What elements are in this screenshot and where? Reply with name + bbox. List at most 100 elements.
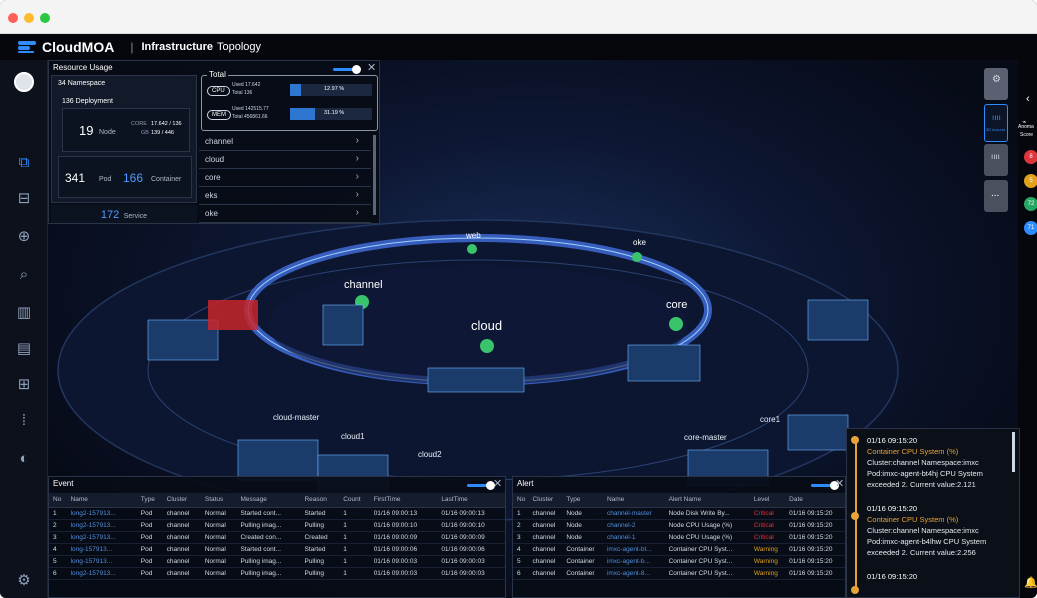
notification-item[interactable]: 01/16 09:15:20 Container CPU System (%) …	[867, 435, 1011, 490]
settings-gear-icon[interactable]: ⚙	[13, 570, 35, 592]
score-badge-info[interactable]: 71	[1024, 221, 1037, 235]
bar-chart-icon[interactable]: ▥	[13, 302, 35, 324]
notification-item[interactable]: 01/16 09:15:20 Container CPU System (%) …	[867, 503, 1011, 558]
panel-toggle[interactable]	[333, 65, 361, 74]
column-header[interactable]: No	[513, 493, 529, 508]
alert-row[interactable]: 5 channel Container imxc-agent-b... Containe…	[513, 555, 845, 568]
event-cell: Started cont...	[236, 543, 301, 556]
event-cell: 01/16 09:00:06	[369, 543, 438, 556]
core-node-marker[interactable]	[669, 317, 683, 331]
apps-icon[interactable]: ⁞	[13, 410, 35, 432]
close-icon[interactable]: ✕	[835, 477, 844, 490]
column-header[interactable]: Reason	[300, 493, 340, 508]
column-header[interactable]: Type	[562, 493, 603, 508]
column-header[interactable]: LastTime	[437, 493, 505, 508]
alert-row[interactable]: 3 channel Node channel-1 Node CPU Usage (%) C…	[513, 531, 845, 544]
cluster-label-3: cloud2	[418, 450, 442, 459]
more-button[interactable]: ...	[984, 180, 1008, 212]
alert-row[interactable]: 6 channel Container imxc-agent-8... Containe…	[513, 567, 845, 580]
event-row[interactable]: 3 long2-157913... Pod channel Normal Created …	[49, 531, 505, 544]
column-header[interactable]: Cluster	[162, 493, 201, 508]
alert-toggle[interactable]	[811, 481, 839, 490]
event-cell: 01/16 09:00:13	[369, 507, 438, 520]
column-header[interactable]: Date	[785, 493, 845, 508]
alert-row[interactable]: 2 channel Node channel-2 Node CPU Usage (%) C…	[513, 519, 845, 532]
column-header[interactable]: Cluster	[528, 493, 563, 508]
event-row[interactable]: 5 long-157913... Pod channel Normal Pulling i…	[49, 555, 505, 568]
toggle-icon[interactable]: ◐	[13, 448, 35, 470]
column-header[interactable]: Type	[136, 493, 163, 508]
user-avatar[interactable]	[14, 72, 34, 92]
alert-cell: channel	[528, 555, 563, 568]
view-2d-button[interactable]: ıııı	[984, 144, 1008, 176]
event-row[interactable]: 2 long2-157913... Pod channel Normal Pulling …	[49, 519, 505, 532]
service-count: 172	[100, 209, 120, 221]
column-header[interactable]: Name	[602, 493, 665, 508]
column-header[interactable]: Count	[339, 493, 370, 508]
event-cell: long2-157913...	[66, 567, 137, 580]
column-header[interactable]: Alert Name	[664, 493, 750, 508]
namespace-item[interactable]: core	[199, 169, 371, 187]
event-row[interactable]: 1 long2-157913... Pod channel Normal Started …	[49, 507, 505, 520]
alert-cell: channel	[528, 567, 563, 580]
cpu-total: 136	[243, 90, 253, 96]
alert-row[interactable]: 4 channel Container imxc-agent-bt... Contain…	[513, 543, 845, 556]
namespace-item[interactable]: oke	[199, 205, 371, 223]
column-header[interactable]: Status	[200, 493, 237, 508]
event-toggle[interactable]	[467, 481, 495, 490]
column-header[interactable]: FirstTime	[369, 493, 438, 508]
event-cell: 4	[49, 543, 67, 556]
bell-icon[interactable]: 🔔	[1024, 576, 1037, 589]
alert-cell: 3	[513, 531, 529, 544]
alert-cell: Node Disk Write By...	[664, 507, 750, 520]
collapse-chevron-icon[interactable]: ‹	[1026, 93, 1030, 105]
column-header[interactable]: Level	[749, 493, 786, 508]
alert-cell: 01/16 09:15:20	[785, 555, 845, 568]
globe-icon[interactable]: ⊕	[13, 226, 35, 248]
layout-control-button[interactable]: ⚙	[984, 68, 1008, 100]
event-cell: Pulling imag...	[236, 555, 301, 568]
notification-line: exceeded 2. Current value:2.121	[867, 480, 976, 489]
score-badge-warning[interactable]: 5	[1024, 174, 1037, 188]
event-row[interactable]: 4 long-157913... Pod channel Normal Started c…	[49, 543, 505, 556]
maximize-window-button[interactable]	[40, 13, 50, 23]
minimize-window-button[interactable]	[24, 13, 34, 23]
namespace-item[interactable]: eks	[199, 187, 371, 205]
event-cell: 01/16 09:00:03	[437, 555, 505, 568]
dashboard-icon[interactable]: ⊟	[13, 188, 35, 210]
event-cell: channel	[162, 543, 201, 556]
score-badge-normal[interactable]: 72	[1024, 197, 1037, 211]
alert-cell: channel	[528, 531, 563, 544]
topology-icon[interactable]: ⧉	[13, 152, 35, 174]
event-cell: Normal	[200, 507, 237, 520]
pod-container-box: 341 Pod 166 Container	[58, 156, 192, 198]
column-header[interactable]: Name	[66, 493, 137, 508]
namespace-scrollbar[interactable]	[373, 135, 376, 215]
view-3d-button[interactable]: ıııı 3D Around	[984, 104, 1008, 142]
namespace-item[interactable]: channel	[199, 133, 371, 151]
event-cell: 01/16 09:00:10	[437, 519, 505, 532]
total-title: Total	[207, 70, 228, 79]
close-icon[interactable]: ✕	[493, 477, 502, 490]
event-cell: 1	[339, 567, 370, 580]
notification-item[interactable]: 01/16 09:15:20	[867, 571, 1011, 582]
report-icon[interactable]: ▤	[13, 338, 35, 360]
score-badge-critical[interactable]: 8	[1024, 150, 1037, 164]
cloud-node-marker[interactable]	[480, 339, 494, 353]
event-row[interactable]: 6 long2-157913... Pod channel Normal Pulling …	[49, 567, 505, 580]
web-node-marker[interactable]	[467, 244, 477, 254]
notification-scrollbar[interactable]	[1012, 432, 1015, 472]
close-icon[interactable]: ✕	[367, 61, 376, 74]
alert-row[interactable]: 1 channel Node channel-master Node Disk Writ…	[513, 507, 845, 520]
notification-time: 01/16 09:15:20	[867, 572, 918, 581]
search-icon[interactable]: ⌕	[13, 264, 35, 286]
mem-bar: 31.19 %	[290, 108, 372, 120]
event-cell: Pod	[136, 519, 163, 532]
close-window-button[interactable]	[8, 13, 18, 23]
oke-node-marker[interactable]	[632, 252, 642, 262]
grid-icon[interactable]: ⊞	[13, 374, 35, 396]
namespace-item[interactable]: cloud	[199, 151, 371, 169]
column-header[interactable]: Message	[236, 493, 301, 508]
column-header[interactable]: No	[49, 493, 67, 508]
alert-cell: Critical	[749, 531, 786, 544]
